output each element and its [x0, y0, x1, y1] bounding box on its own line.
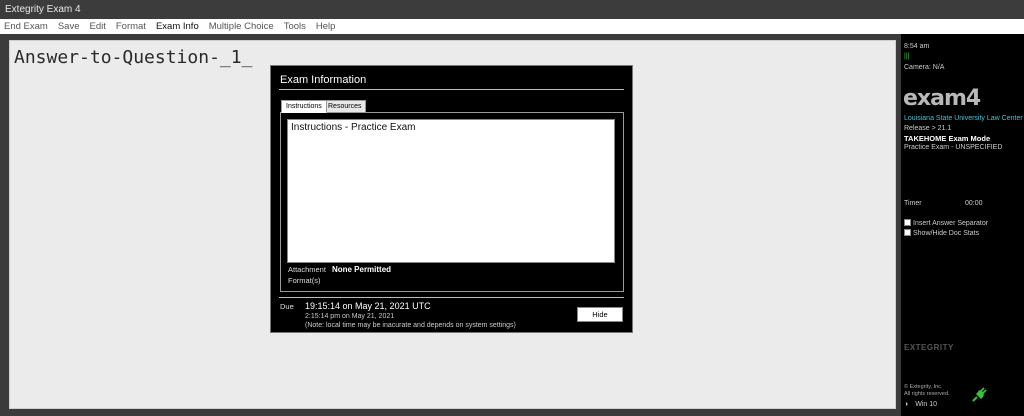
menu-save[interactable]: Save: [58, 19, 80, 34]
menu-exam-info[interactable]: Exam Info: [156, 19, 199, 34]
formats-label: Format(s): [288, 276, 321, 285]
status-sidebar: 8:54 am ||| Camera: N/A exam4 Louisiana …: [901, 34, 1024, 416]
power-plug-icon: [972, 387, 987, 402]
os-label: Win 10: [915, 401, 937, 408]
due-utc-time: 19:15:14 on May 21, 2021 UTC: [305, 301, 431, 311]
due-local-time: 2:15:14 pm on May 21, 2021: [305, 313, 395, 320]
dialog-divider: [279, 89, 624, 90]
menu-format[interactable]: Format: [116, 19, 146, 34]
attachment-value: None Permitted: [331, 265, 392, 274]
attachment-label: Attachment: [288, 265, 326, 274]
tab-instructions[interactable]: Instructions: [281, 100, 327, 113]
separator-checkbox-row[interactable]: Insert Answer Separator: [904, 219, 988, 227]
menu-help[interactable]: Help: [316, 19, 336, 34]
clock: 8:54 am: [904, 43, 930, 50]
exam-information-dialog: Exam Information Instructions Resources …: [270, 65, 633, 333]
exam-name: Practice Exam - UNSPECIFIED: [904, 144, 1003, 151]
release-version: Release > 21.1: [904, 125, 952, 132]
copyright-line-2: All rights reserved.: [904, 391, 950, 397]
menu-tools[interactable]: Tools: [284, 19, 306, 34]
copyright-line-1: © Extegrity, Inc.: [904, 384, 943, 390]
answer-heading: Answer-to-Question-_1_: [14, 47, 253, 68]
timer-value: 00:00: [965, 200, 983, 207]
separator-checkbox-label: Insert Answer Separator: [913, 220, 989, 227]
dialog-title: Exam Information: [280, 74, 367, 86]
docstats-checkbox-label: Show/Hide Doc Stats: [913, 230, 980, 237]
dialog-divider-bottom: [279, 297, 624, 298]
signal-indicator: |||: [904, 53, 910, 60]
menu-bar: End Exam Save Edit Format Exam Info Mult…: [0, 19, 1024, 34]
instructions-text: Instructions - Practice Exam: [291, 122, 416, 133]
due-time-note: (Note: local time may be inacurate and d…: [305, 322, 516, 329]
camera-status: Camera: N/A: [904, 64, 945, 71]
exam-mode: TAKEHOME Exam Mode: [904, 134, 991, 143]
menu-end-exam[interactable]: End Exam: [4, 19, 48, 34]
separator-checkbox[interactable]: [904, 219, 911, 226]
school-name: Louisiana State University Law Center: [904, 115, 1023, 122]
instructions-textbox[interactable]: Instructions - Practice Exam: [287, 119, 615, 263]
window-title: Extegrity Exam 4: [0, 0, 1024, 19]
timer-label: Timer: [904, 200, 922, 207]
menu-multiple-choice[interactable]: Multiple Choice: [209, 19, 274, 34]
due-label: Due: [280, 302, 294, 311]
moon-icon: ◑: [904, 401, 909, 408]
instructions-panel: Instructions - Practice Exam Attachment N…: [280, 112, 624, 292]
exam4-logo: exam4: [903, 86, 981, 111]
extegrity-brand: EXTEGRITY: [904, 343, 954, 352]
attachment-row: Attachment None Permitted: [288, 265, 391, 274]
menu-edit[interactable]: Edit: [89, 19, 105, 34]
docstats-checkbox[interactable]: [904, 229, 911, 236]
hide-button[interactable]: Hide: [577, 307, 623, 322]
docstats-checkbox-row[interactable]: Show/Hide Doc Stats: [904, 229, 979, 237]
os-row: ◑ Win 10: [904, 401, 937, 408]
